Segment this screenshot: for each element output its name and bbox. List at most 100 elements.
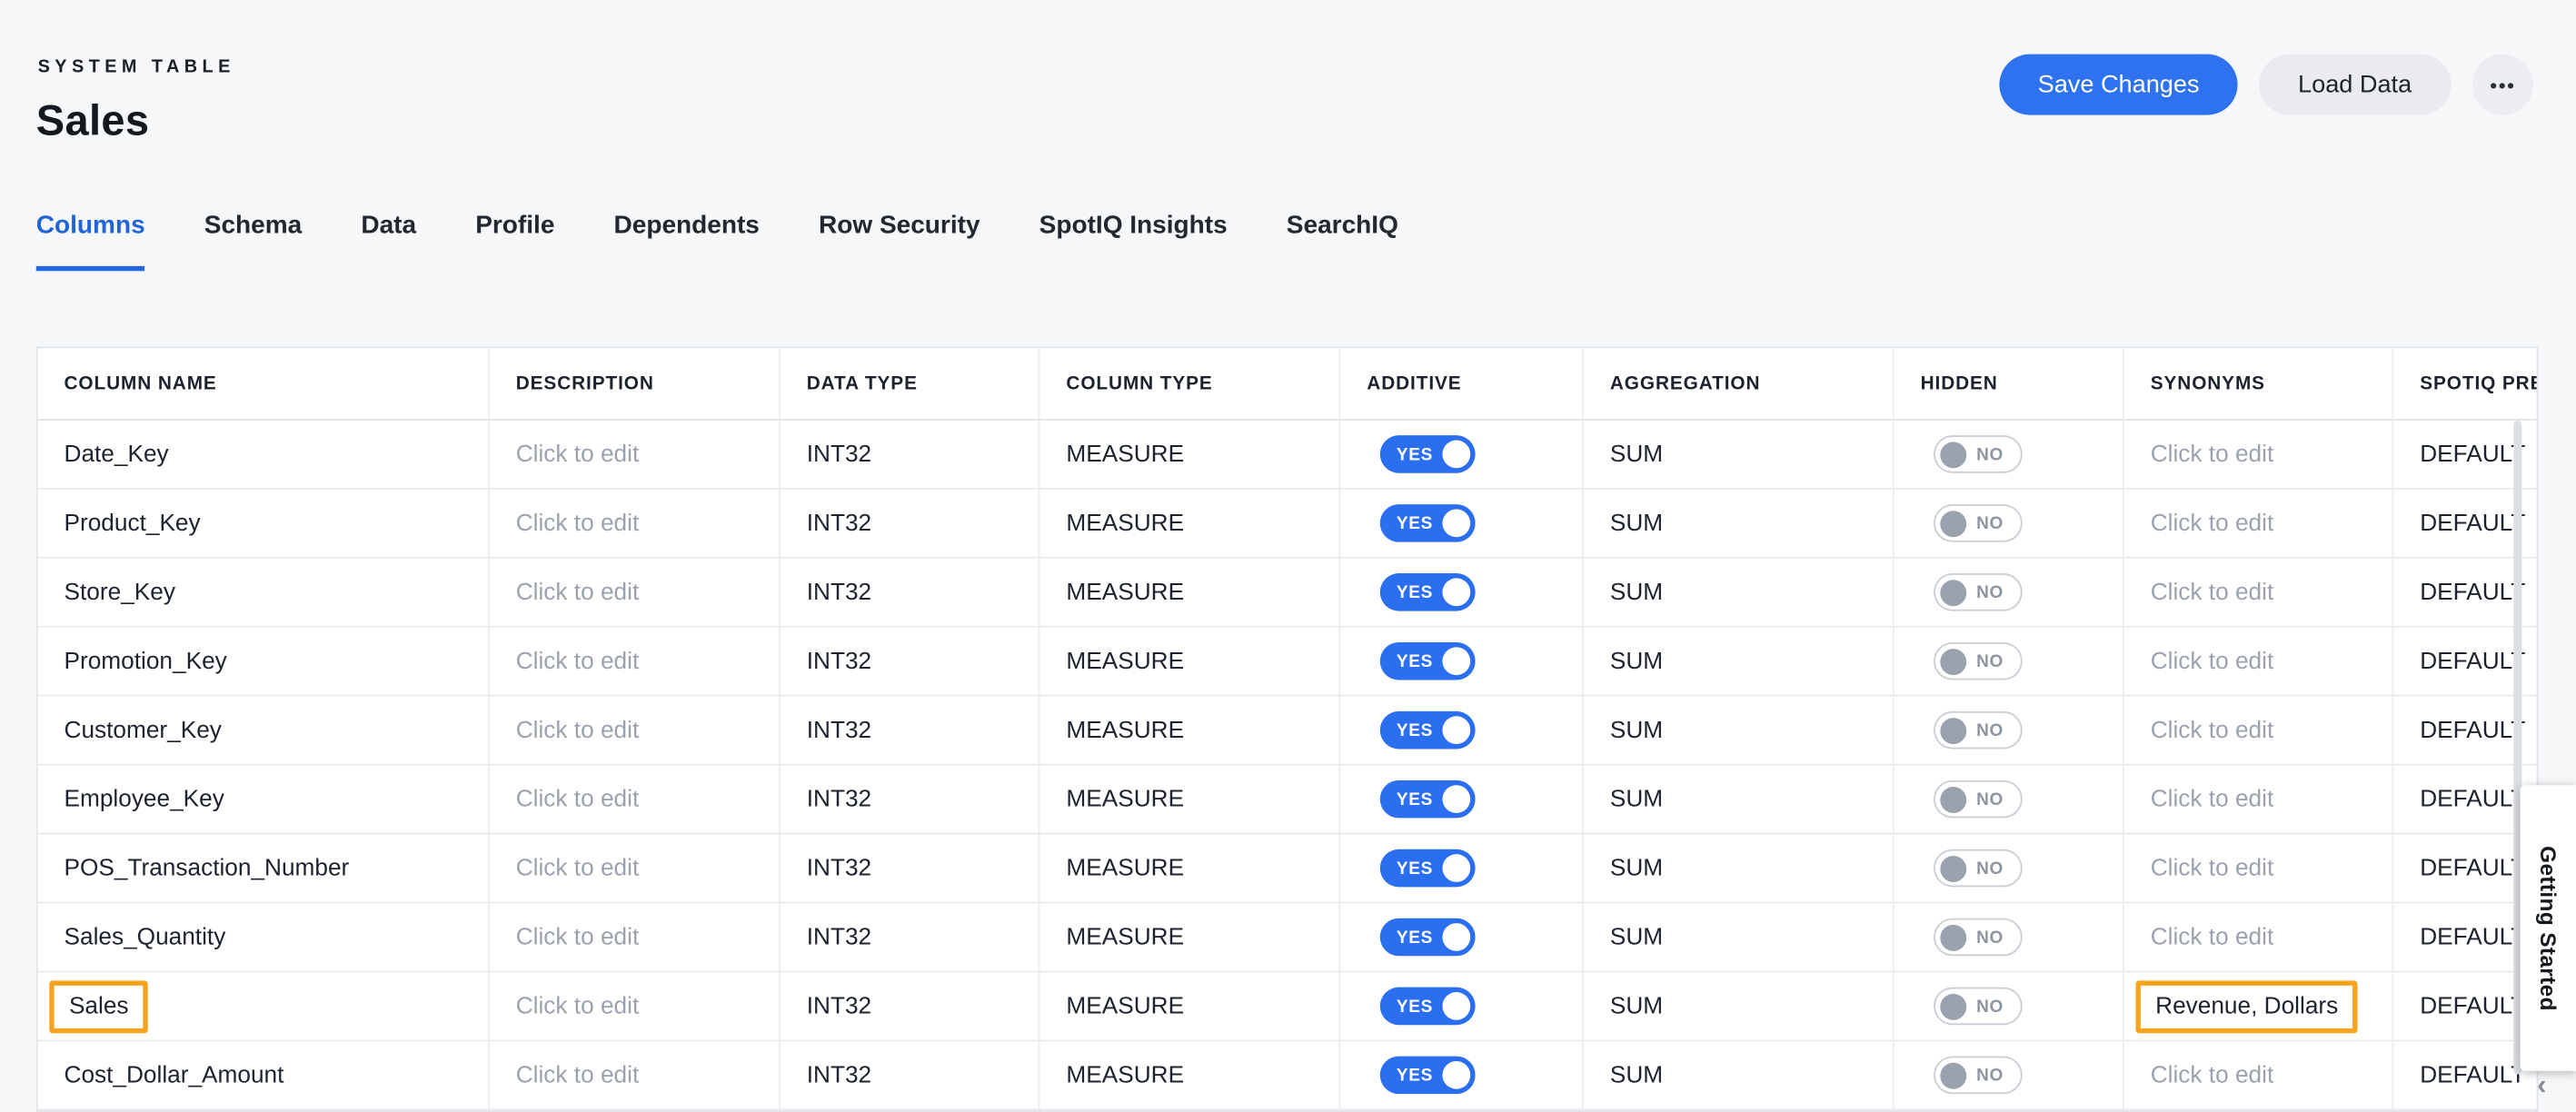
hidden-toggle[interactable]: NO — [1934, 988, 2022, 1026]
description-editable[interactable]: Click to edit — [516, 510, 640, 536]
additive-toggle[interactable]: YES — [1380, 1057, 1476, 1095]
tab-searchiq[interactable]: SearchIQ — [1287, 212, 1398, 271]
tab-spotiq-insights[interactable]: SpotIQ Insights — [1039, 212, 1228, 271]
save-changes-button[interactable]: Save Changes — [2000, 55, 2237, 115]
aggregation-value[interactable]: SUM — [1610, 441, 1663, 467]
hidden-toggle[interactable]: NO — [1934, 435, 2022, 473]
description-editable[interactable]: Click to edit — [516, 648, 640, 674]
synonyms-editable[interactable]: Click to edit — [2151, 1062, 2274, 1088]
additive-toggle[interactable]: YES — [1380, 642, 1476, 680]
column-type-value[interactable]: MEASURE — [1066, 579, 1184, 605]
spotiq-preference-value[interactable]: DEFAULT — [2420, 1062, 2525, 1088]
synonyms-editable[interactable]: Click to edit — [2151, 441, 2274, 467]
column-name-text: Store_Key — [65, 579, 175, 605]
spotiq-preference-value[interactable]: DEFAULT — [2420, 717, 2525, 743]
column-type-value[interactable]: MEASURE — [1066, 510, 1184, 536]
column-type-value[interactable]: MEASURE — [1066, 717, 1184, 743]
spotiq-preference-value[interactable]: DEFAULT — [2420, 855, 2525, 881]
column-type-value[interactable]: MEASURE — [1066, 924, 1184, 950]
aggregation-value[interactable]: SUM — [1610, 993, 1663, 1019]
data-type-value[interactable]: INT32 — [807, 579, 871, 605]
additive-toggle[interactable]: YES — [1380, 711, 1476, 750]
hidden-toggle-label: NO — [1976, 789, 2004, 809]
data-type-value[interactable]: INT32 — [807, 855, 871, 881]
column-type-value[interactable]: MEASURE — [1066, 855, 1184, 881]
spotiq-preference-value[interactable]: DEFAULT — [2420, 510, 2525, 536]
tab-row-security[interactable]: Row Security — [819, 212, 980, 271]
data-type-value[interactable]: INT32 — [807, 441, 871, 467]
spotiq-preference-value[interactable]: DEFAULT — [2420, 579, 2525, 605]
additive-toggle[interactable]: YES — [1380, 435, 1476, 473]
tab-dependents[interactable]: Dependents — [614, 212, 760, 271]
aggregation-value[interactable]: SUM — [1610, 855, 1663, 881]
synonyms-editable[interactable]: Click to edit — [2151, 510, 2274, 536]
column-type-value[interactable]: MEASURE — [1066, 1062, 1184, 1088]
data-type-value[interactable]: INT32 — [807, 648, 871, 674]
table-row: Cost_Dollar_Amount Click to edit INT32 M… — [38, 1041, 2539, 1110]
hidden-toggle[interactable]: NO — [1934, 504, 2022, 542]
hidden-toggle[interactable]: NO — [1934, 1057, 2022, 1095]
additive-toggle[interactable]: YES — [1380, 918, 1476, 957]
aggregation-value[interactable]: SUM — [1610, 1062, 1663, 1088]
hidden-toggle[interactable]: NO — [1934, 780, 2022, 819]
additive-toggle[interactable]: YES — [1380, 573, 1476, 611]
spotiq-preference-value[interactable]: DEFAULT — [2420, 993, 2525, 1019]
synonyms-editable[interactable]: Click to edit — [2151, 648, 2274, 674]
hidden-toggle[interactable]: NO — [1934, 642, 2022, 680]
spotiq-preference-value[interactable]: DEFAULT — [2420, 648, 2525, 674]
aggregation-value[interactable]: SUM — [1610, 786, 1663, 812]
data-type-value[interactable]: INT32 — [807, 1062, 871, 1088]
synonyms-editable[interactable]: Click to edit — [2151, 786, 2274, 812]
chevron-left-icon[interactable]: ‹ — [2537, 1071, 2546, 1099]
aggregation-value[interactable]: SUM — [1610, 717, 1663, 743]
additive-toggle[interactable]: YES — [1380, 780, 1476, 819]
description-editable[interactable]: Click to edit — [516, 855, 640, 881]
column-name-text: Sales — [49, 979, 148, 1032]
aggregation-value[interactable]: SUM — [1610, 924, 1663, 950]
spotiq-preference-value[interactable]: DEFAULT — [2420, 441, 2525, 467]
data-type-value[interactable]: INT32 — [807, 786, 871, 812]
spotiq-preference-value[interactable]: DEFAULT — [2420, 786, 2525, 812]
tab-schema[interactable]: Schema — [204, 212, 302, 271]
synonyms-editable[interactable]: Click to edit — [2151, 924, 2274, 950]
spotiq-preference-value[interactable]: DEFAULT — [2420, 924, 2525, 950]
description-editable[interactable]: Click to edit — [516, 579, 640, 605]
column-type-value[interactable]: MEASURE — [1066, 786, 1184, 812]
more-options-button[interactable]: ••• — [2472, 55, 2533, 115]
page-title: Sales — [36, 95, 150, 146]
additive-toggle[interactable]: YES — [1380, 988, 1476, 1026]
tab-data[interactable]: Data — [361, 212, 416, 271]
synonyms-editable[interactable]: Click to edit — [2151, 579, 2274, 605]
aggregation-value[interactable]: SUM — [1610, 579, 1663, 605]
aggregation-value[interactable]: SUM — [1610, 648, 1663, 674]
data-type-value[interactable]: INT32 — [807, 717, 871, 743]
load-data-button[interactable]: Load Data — [2259, 55, 2452, 115]
additive-toggle[interactable]: YES — [1380, 504, 1476, 542]
data-type-value[interactable]: INT32 — [807, 993, 871, 1019]
toggle-knob — [1443, 785, 1471, 813]
aggregation-value[interactable]: SUM — [1610, 510, 1663, 536]
tab-profile[interactable]: Profile — [475, 212, 554, 271]
additive-toggle[interactable]: YES — [1380, 849, 1476, 888]
description-editable[interactable]: Click to edit — [516, 924, 640, 950]
description-editable[interactable]: Click to edit — [516, 441, 640, 467]
synonyms-editable[interactable]: Click to edit — [2151, 717, 2274, 743]
column-type-value[interactable]: MEASURE — [1066, 648, 1184, 674]
hidden-toggle[interactable]: NO — [1934, 573, 2022, 611]
synonyms-editable[interactable]: Click to edit — [2151, 855, 2274, 881]
hidden-toggle[interactable]: NO — [1934, 711, 2022, 750]
column-type-value[interactable]: MEASURE — [1066, 993, 1184, 1019]
description-editable[interactable]: Click to edit — [516, 786, 640, 812]
hidden-toggle[interactable]: NO — [1934, 849, 2022, 888]
description-editable[interactable]: Click to edit — [516, 717, 640, 743]
data-type-value[interactable]: INT32 — [807, 924, 871, 950]
column-type-value[interactable]: MEASURE — [1066, 441, 1184, 467]
getting-started-tab[interactable]: Getting Started — [2521, 785, 2576, 1071]
data-type-value[interactable]: INT32 — [807, 510, 871, 536]
hidden-toggle[interactable]: NO — [1934, 918, 2022, 957]
description-editable[interactable]: Click to edit — [516, 1062, 640, 1088]
additive-toggle-label: YES — [1397, 444, 1433, 464]
description-editable[interactable]: Click to edit — [516, 993, 640, 1019]
tab-columns[interactable]: Columns — [36, 212, 145, 271]
synonyms-editable[interactable]: Revenue, Dollars — [2135, 979, 2358, 1032]
